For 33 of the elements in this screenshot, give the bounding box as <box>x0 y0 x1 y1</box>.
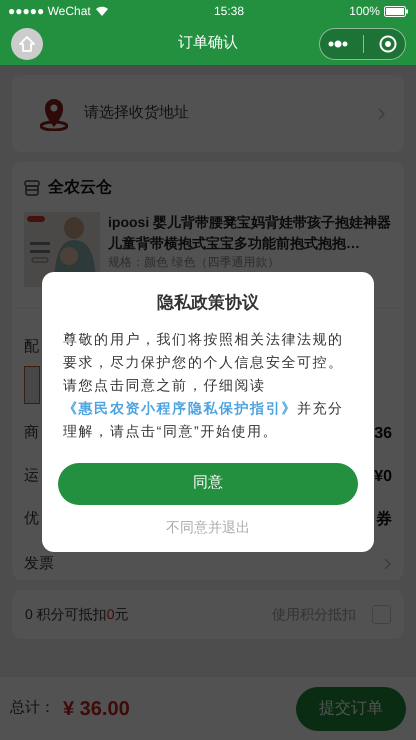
privacy-link[interactable]: 《惠民农资小程序隐私保护指引》 <box>63 400 297 416</box>
dialog-title: 隐私政策协议 <box>157 292 259 314</box>
agree-button[interactable]: 同意 <box>58 462 358 504</box>
store-icon <box>24 180 40 196</box>
close-icon <box>379 34 398 52</box>
decline-button[interactable]: 不同意并退出 <box>166 516 250 538</box>
location-pin-icon <box>40 96 68 130</box>
more-icon <box>328 40 348 48</box>
row-label: 优 <box>24 509 39 530</box>
row-label: 商 <box>24 423 39 444</box>
row-label: 运 <box>24 466 39 486</box>
row-label: 配 <box>24 336 39 356</box>
total-label: 总计： <box>10 698 55 718</box>
row-value: ¥0 <box>374 466 392 486</box>
status-time: 15:38 <box>214 3 244 20</box>
row-label: 发票 <box>24 554 54 574</box>
address-card[interactable]: 请选择收货地址 <box>12 75 404 152</box>
carrier-text: ●●●●● WeChat <box>8 3 91 20</box>
store-name: 全农云仓 <box>48 178 112 198</box>
home-button[interactable] <box>11 28 43 60</box>
total-amount: ¥ 36.00 <box>63 696 130 722</box>
row-value: 券 <box>376 510 392 530</box>
row-value: 36 <box>374 424 392 444</box>
points-text: 0 积分可抵扣0元 <box>25 605 128 624</box>
wifi-icon <box>94 5 109 17</box>
page-title: 订单确认 <box>177 33 239 54</box>
home-icon <box>18 34 36 52</box>
dialog-text: 尊敬的用户，我们将按照相关法律法规的要求，尽力保护您的个人信息安全可控。请您点击同意之前，仔细阅读 《惠民农资小程序隐私保护指引》并充分理解，请点击“同意”开始使用。 <box>63 330 345 440</box>
address-prompt: 请选择收货地址 <box>84 103 190 124</box>
product-title: ipoosi 婴儿背带腰凳宝妈背娃带孩子抱娃神器儿童背带横抱式宝宝多功能前抱式抱抱… <box>108 213 392 253</box>
battery-icon <box>384 6 408 16</box>
submit-order-button[interactable]: 提交订单 <box>296 686 406 730</box>
battery-text: 100% <box>349 3 380 20</box>
